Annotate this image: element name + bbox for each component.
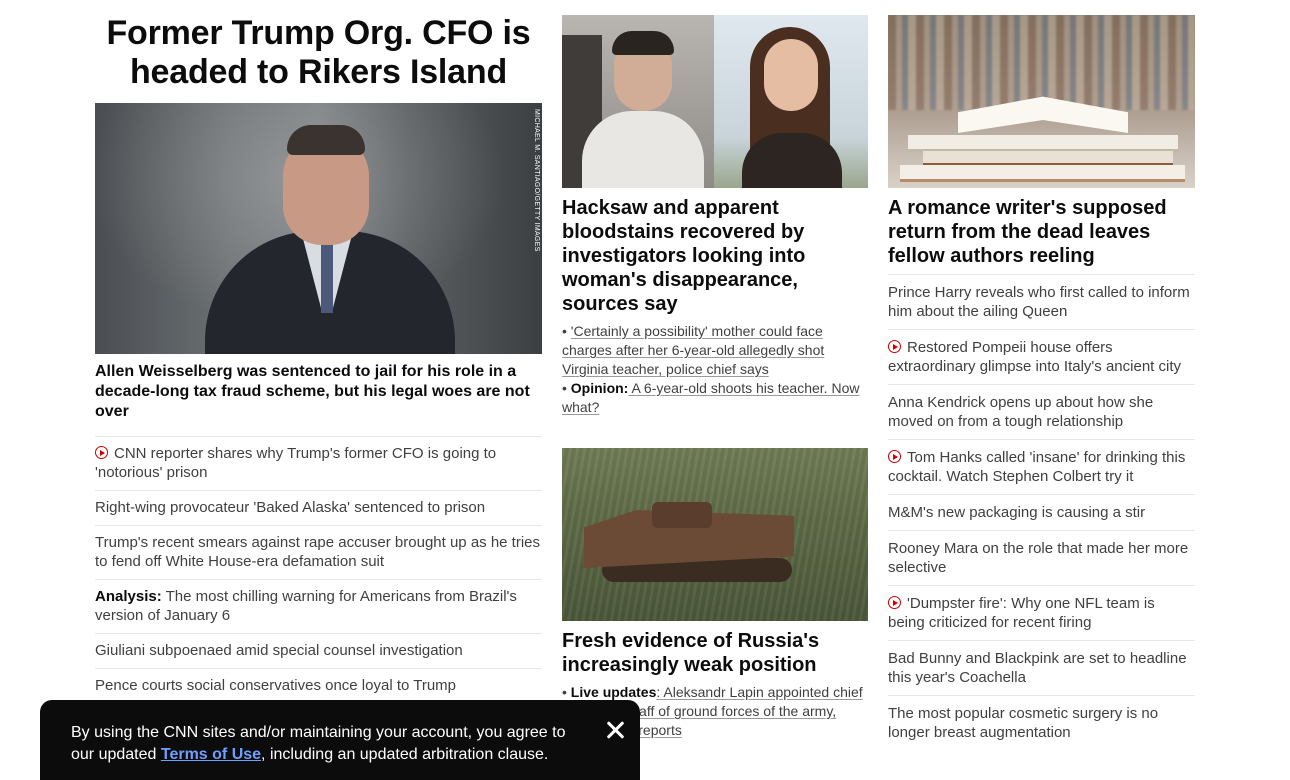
lead-headline[interactable]: Former Trump Org. CFO is headed to Riker…: [95, 14, 542, 92]
list-item-text[interactable]: Bad Bunny and Blackpink are set to headl…: [888, 650, 1187, 686]
related-link-text[interactable]: CNN reporter shares why Trump's former C…: [95, 445, 496, 481]
analysis-label: Analysis:: [95, 588, 162, 605]
related-link[interactable]: Trump's recent smears against rape accus…: [95, 525, 542, 579]
list-item[interactable]: The most popular cosmetic surgery is no …: [888, 695, 1195, 750]
lead-story-caption[interactable]: Allen Weisselberg was sentenced to jail …: [95, 362, 542, 422]
image-man-body: [582, 111, 704, 188]
bullet-item: • Opinion: A 6-year-old shoots his teach…: [562, 380, 860, 415]
image-man-hair: [612, 31, 674, 55]
list-item[interactable]: Rooney Mara on the role that made her mo…: [888, 530, 1195, 585]
story-headline[interactable]: A romance writer's supposed return from …: [888, 196, 1195, 268]
tank-image[interactable]: [562, 448, 868, 621]
image-tank-turret: [652, 502, 712, 528]
image-credit: MICHAEL M. SANTIAGO/GETTY IMAGES: [533, 109, 540, 252]
related-link[interactable]: CNN reporter shares why Trump's former C…: [95, 436, 542, 490]
image-woman-head: [764, 39, 818, 111]
list-item-text[interactable]: Restored Pompeii house offers extraordin…: [888, 339, 1181, 375]
image-book-stack: [908, 135, 1178, 152]
related-link[interactable]: Pence courts social conservatives once l…: [95, 668, 542, 703]
opinion-label: Opinion:: [570, 380, 629, 396]
related-link-text[interactable]: Right-wing provocateur 'Baked Alaska' se…: [95, 499, 485, 516]
image-left-man: [562, 15, 714, 188]
story-bullets: • 'Certainly a possibility' mother could…: [562, 322, 868, 417]
play-icon: [888, 450, 901, 463]
list-item-text[interactable]: The most popular cosmetic surgery is no …: [888, 705, 1158, 741]
list-item[interactable]: Prince Harry reveals who first called to…: [888, 274, 1195, 329]
image-figure-tie: [321, 243, 333, 313]
list-item-text[interactable]: Prince Harry reveals who first called to…: [888, 284, 1190, 320]
list-item-text[interactable]: Tom Hanks called 'insane' for drinking t…: [888, 449, 1185, 485]
image-figure-hair: [287, 125, 365, 155]
related-link-text[interactable]: Trump's recent smears against rape accus…: [95, 534, 540, 570]
terms-of-use-link[interactable]: Terms of Use: [161, 746, 261, 763]
lead-story-image[interactable]: MICHAEL M. SANTIAGO/GETTY IMAGES: [95, 103, 542, 354]
list-item[interactable]: M&M's new packaging is causing a stir: [888, 494, 1195, 530]
story-headline[interactable]: Hacksaw and apparent bloodstains recover…: [562, 196, 868, 316]
image-right-woman: [714, 15, 868, 188]
list-item-text[interactable]: Rooney Mara on the role that made her mo…: [888, 540, 1188, 576]
play-icon: [95, 446, 108, 459]
list-item[interactable]: 'Dumpster fire': Why one NFL team is bei…: [888, 585, 1195, 640]
list-item[interactable]: Tom Hanks called 'insane' for drinking t…: [888, 439, 1195, 494]
story-image-split[interactable]: [562, 15, 868, 188]
bullet-item: • 'Certainly a possibility' mother could…: [562, 323, 825, 377]
middle-column: Hacksaw and apparent bloodstains recover…: [562, 15, 868, 740]
list-item[interactable]: Anna Kendrick opens up about how she mov…: [888, 384, 1195, 439]
list-item[interactable]: Bad Bunny and Blackpink are set to headl…: [888, 640, 1195, 695]
list-item-text[interactable]: Anna Kendrick opens up about how she mov…: [888, 394, 1153, 430]
lead-story: Former Trump Org. CFO is headed to Riker…: [95, 14, 542, 703]
play-icon: [888, 596, 901, 609]
live-updates-label[interactable]: Live updates: [571, 684, 657, 700]
related-link[interactable]: Analysis: The most chilling warning for …: [95, 579, 542, 633]
story-headline[interactable]: Fresh evidence of Russia's increasingly …: [562, 629, 868, 677]
list-item-text[interactable]: M&M's new packaging is causing a stir: [888, 504, 1145, 521]
books-image[interactable]: [888, 15, 1195, 188]
related-link[interactable]: Giuliani subpoenaed amid special counsel…: [95, 633, 542, 668]
banner-text-after: , including an updated arbitration claus…: [261, 746, 549, 763]
list-item-text[interactable]: 'Dumpster fire': Why one NFL team is bei…: [888, 595, 1155, 631]
related-link-text[interactable]: Giuliani subpoenaed amid special counsel…: [95, 642, 463, 659]
right-links-list: Prince Harry reveals who first called to…: [888, 274, 1195, 750]
image-bookshelf: [888, 15, 1195, 110]
bullet-link[interactable]: 'Certainly a possibility' mother could f…: [562, 323, 824, 377]
image-book-stack: [900, 165, 1185, 182]
banner-message: By using the CNN sites and/or maintainin…: [71, 722, 581, 766]
list-item[interactable]: Restored Pompeii house offers extraordin…: [888, 329, 1195, 384]
lead-related-links: CNN reporter shares why Trump's former C…: [95, 436, 542, 703]
play-icon: [888, 340, 901, 353]
image-book-stack: [923, 151, 1173, 166]
terms-consent-banner: By using the CNN sites and/or maintainin…: [40, 700, 640, 780]
close-icon[interactable]: [605, 720, 625, 740]
related-link-text[interactable]: Pence courts social conservatives once l…: [95, 677, 456, 694]
right-column: A romance writer's supposed return from …: [888, 15, 1195, 750]
image-woman-body: [742, 133, 842, 188]
related-link[interactable]: Right-wing provocateur 'Baked Alaska' se…: [95, 490, 542, 525]
